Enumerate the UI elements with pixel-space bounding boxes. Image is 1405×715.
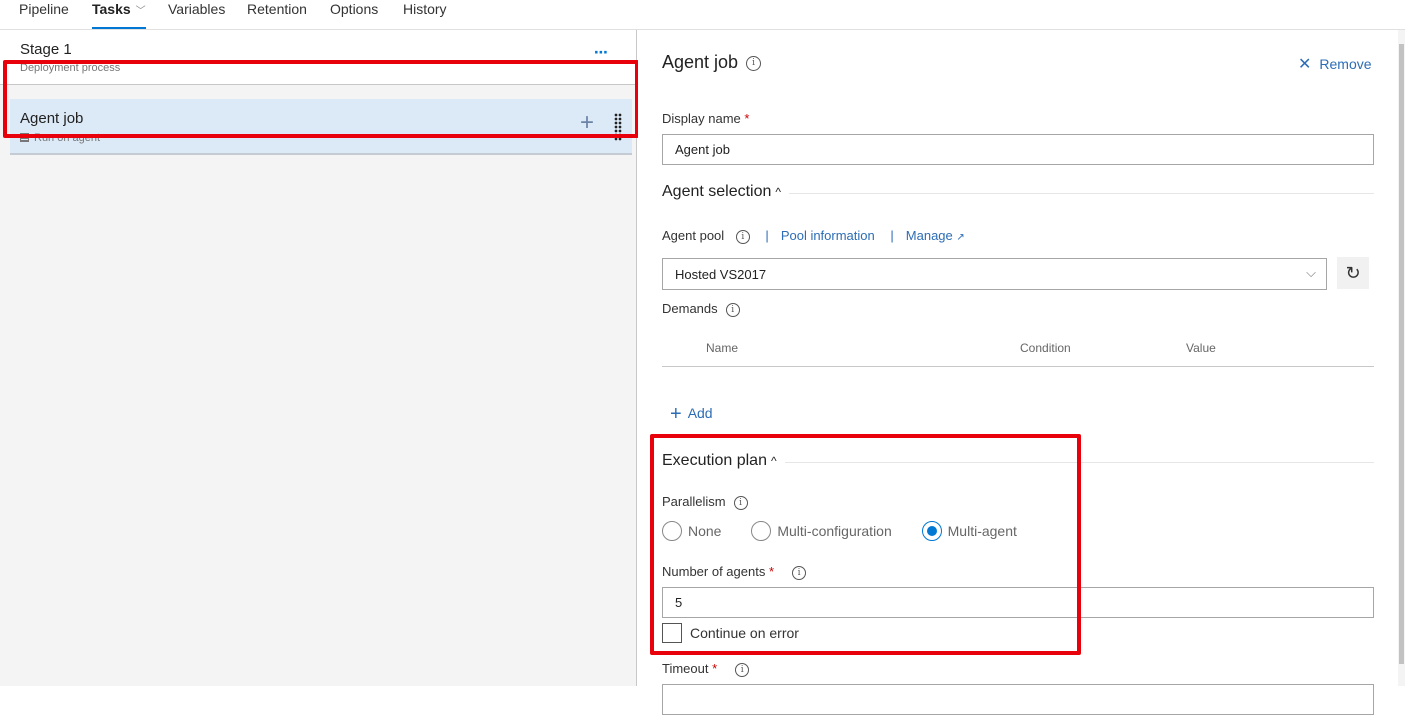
radio-circle	[662, 521, 682, 541]
timeout-input[interactable]	[662, 684, 1374, 715]
tab-variables[interactable]: Variables	[168, 0, 225, 30]
parallelism-row: Parallelism i	[662, 494, 748, 510]
chevron-up-icon: ^	[775, 185, 782, 199]
radio-none[interactable]: None	[662, 521, 721, 541]
tab-history[interactable]: History	[403, 0, 447, 30]
tab-options-label: Options	[330, 1, 379, 17]
more-options-icon[interactable]: ⋯	[594, 44, 608, 61]
add-demand-button[interactable]: + Add	[670, 403, 713, 426]
continue-on-error-label: Continue on error	[690, 625, 799, 641]
required-marker: *	[768, 564, 775, 579]
demands-table-header: Name Condition Value	[662, 336, 1374, 367]
top-tab-bar: Pipeline Tasks ﹀ Variables Retention Opti…	[0, 0, 1405, 30]
execution-plan-section: Execution plan ^	[662, 452, 1374, 472]
info-icon[interactable]: i	[725, 302, 740, 317]
stage-subtitle: Deployment process	[20, 62, 121, 74]
parallelism-label: Parallelism	[662, 494, 726, 509]
demands-row: Demands i	[662, 301, 740, 317]
agent-pool-label: Agent pool	[662, 228, 725, 243]
tab-tasks-label: Tasks	[92, 1, 131, 17]
drag-handle-icon[interactable]	[614, 113, 622, 141]
agent-selection-toggle[interactable]: Agent selection ^	[662, 183, 790, 200]
agent-pool-dropdown[interactable]: Hosted VS2017 ⌵	[662, 258, 1327, 290]
radio-label: Multi-agent	[947, 523, 1017, 539]
tab-tasks[interactable]: Tasks ﹀	[92, 0, 146, 30]
plus-icon: +	[670, 403, 682, 425]
external-link-icon: ↗	[956, 232, 965, 243]
add-label: Add	[687, 405, 713, 421]
tab-retention[interactable]: Retention	[247, 0, 307, 30]
job-subtitle-text: Run on agent	[34, 132, 101, 144]
radio-circle	[751, 521, 772, 541]
column-header-name[interactable]: Name	[706, 341, 738, 355]
chevron-down-icon: ﹀	[135, 6, 146, 17]
column-header-condition[interactable]: Condition	[1020, 341, 1071, 355]
tab-options[interactable]: Options	[330, 0, 378, 30]
chevron-up-icon: ^	[770, 454, 777, 468]
radio-multi-agent[interactable]: Multi-agent	[921, 521, 1017, 541]
tab-variables-label: Variables	[168, 1, 226, 17]
continue-on-error-checkbox[interactable]: Continue on error	[662, 623, 799, 643]
info-icon[interactable]: i	[733, 495, 748, 510]
server-icon	[20, 133, 29, 142]
panel-title: Agent job i	[662, 52, 762, 73]
remove-label: Remove	[1319, 56, 1372, 72]
execution-plan-toggle[interactable]: Execution plan ^	[662, 452, 785, 469]
add-task-icon[interactable]: +	[580, 111, 594, 135]
info-icon[interactable]: i	[735, 662, 750, 677]
panel-title-text: Agent job	[662, 52, 739, 72]
manage-link-text: Manage	[905, 228, 953, 243]
stage-header[interactable]: Stage 1 Deployment process ⋯	[0, 30, 636, 85]
radio-label: None	[688, 523, 722, 539]
info-icon[interactable]: i	[792, 565, 807, 580]
tab-pipeline-label: Pipeline	[19, 1, 69, 17]
display-name-label: Display name *	[662, 111, 749, 126]
agent-pool-row: Agent pool i | Pool information | Manage ↗	[662, 228, 965, 244]
radio-label: Multi-configuration	[777, 523, 892, 539]
timeout-row: Timeout * i	[662, 661, 750, 677]
radio-circle-selected	[921, 521, 942, 541]
pool-information-link[interactable]: Pool information	[781, 228, 875, 243]
demands-label: Demands	[662, 301, 718, 316]
separator: |	[890, 228, 894, 243]
agent-job-card[interactable]: Agent job Run on agent +	[10, 99, 632, 155]
agent-selection-section: Agent selection ^	[662, 183, 1374, 203]
remove-button[interactable]: ✕ Remove	[1298, 54, 1372, 74]
agent-selection-title: Agent selection	[662, 183, 772, 200]
tab-pipeline[interactable]: Pipeline	[19, 0, 69, 30]
job-title: Agent job	[20, 110, 84, 127]
radio-multi-configuration[interactable]: Multi-configuration	[751, 521, 892, 541]
number-of-agents-label: Number of agents	[662, 564, 766, 579]
tab-history-label: History	[403, 1, 447, 17]
number-of-agents-row: Number of agents * i	[662, 564, 807, 580]
required-marker: *	[712, 661, 718, 676]
close-icon: ✕	[1298, 56, 1312, 73]
chevron-down-icon: ⌵	[1306, 265, 1316, 280]
parallelism-radio-group: None Multi-configuration Multi-agent	[662, 521, 1043, 541]
required-marker: *	[744, 111, 750, 126]
column-header-value[interactable]: Value	[1186, 341, 1216, 355]
manage-link[interactable]: Manage ↗	[906, 228, 965, 243]
execution-plan-title: Execution plan	[662, 452, 767, 469]
number-of-agents-input[interactable]: 5	[662, 587, 1374, 618]
timeout-label: Timeout	[662, 661, 709, 676]
agent-pool-value: Hosted VS2017	[675, 267, 767, 282]
process-pane: Stage 1 Deployment process ⋯ Agent job R…	[0, 30, 637, 686]
vertical-scrollbar[interactable]	[1398, 30, 1405, 686]
info-icon[interactable]: i	[746, 55, 762, 71]
tab-retention-label: Retention	[247, 1, 307, 17]
display-name-input[interactable]: Agent job	[662, 134, 1374, 165]
job-properties-pane: Agent job i ✕ Remove Display name * Agent …	[638, 30, 1398, 715]
refresh-icon[interactable]: ↻	[1337, 257, 1369, 289]
scrollbar-thumb[interactable]	[1399, 44, 1404, 664]
checkbox-box	[662, 623, 682, 643]
separator: |	[765, 228, 769, 243]
info-icon[interactable]: i	[735, 229, 750, 244]
stage-title: Stage 1	[20, 41, 72, 58]
display-name-label-text: Display name	[662, 111, 741, 126]
job-subtitle: Run on agent	[20, 132, 100, 144]
